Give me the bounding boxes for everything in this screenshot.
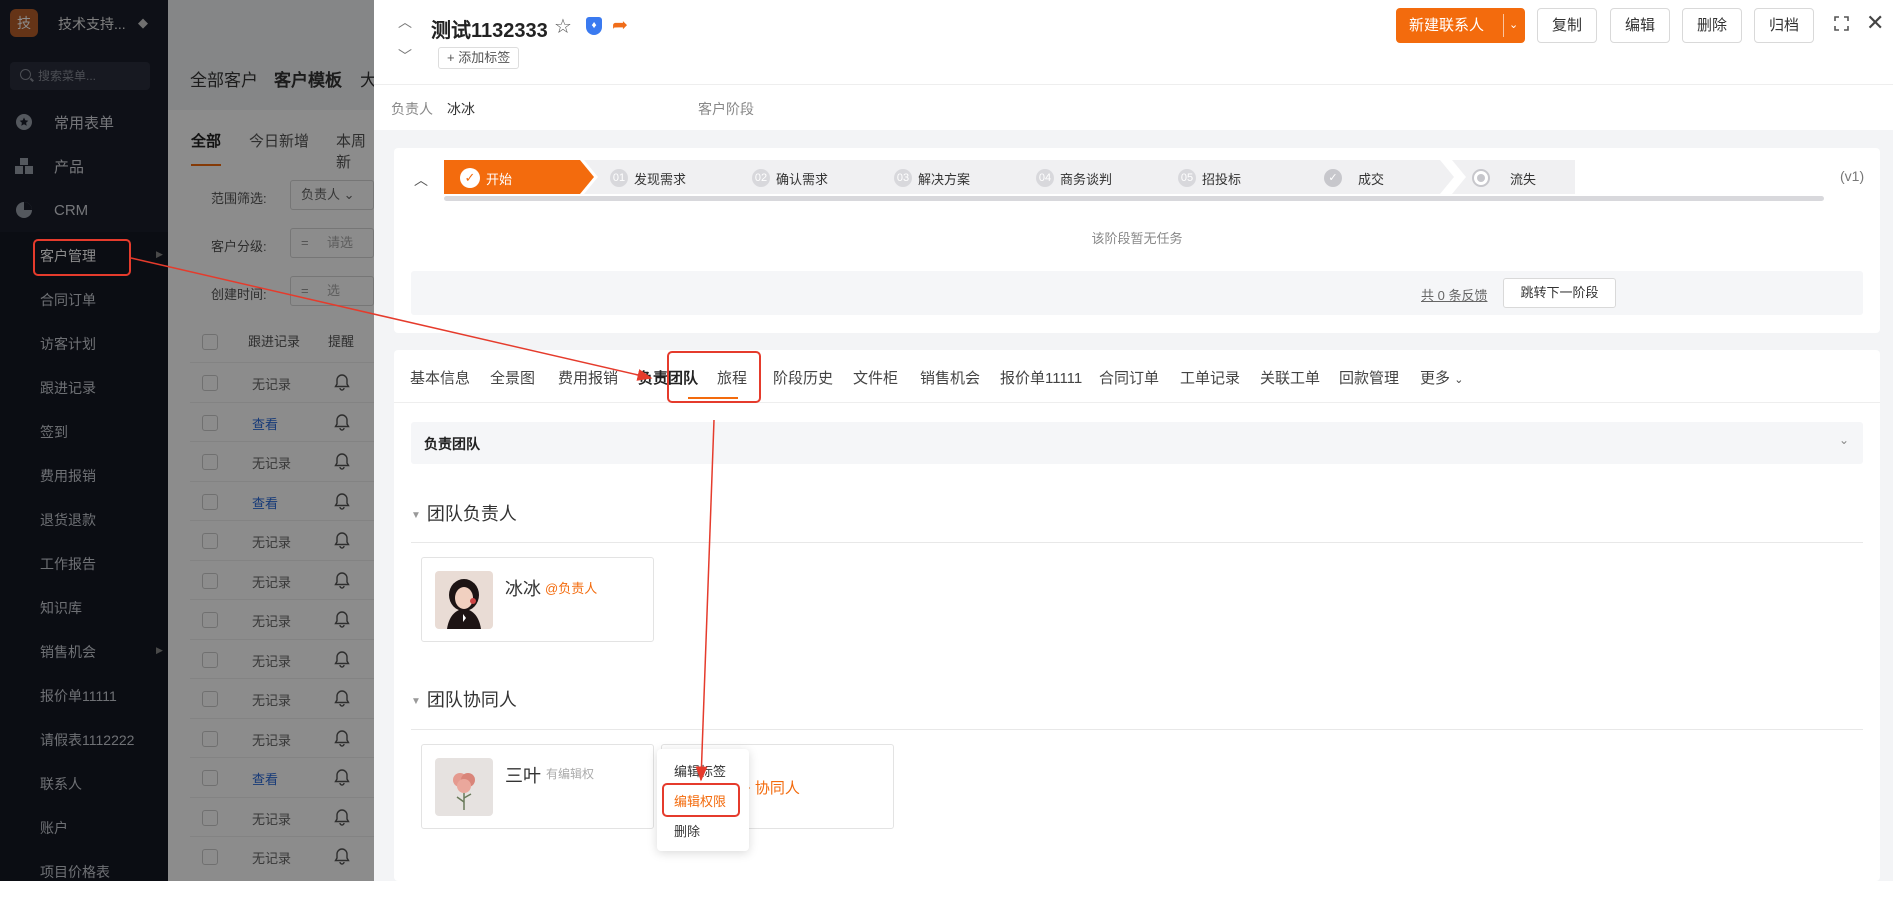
- chevron-up-icon[interactable]: ︿: [414, 170, 428, 190]
- detail-tab[interactable]: 基本信息: [410, 367, 470, 388]
- detail-tab[interactable]: 全景图: [490, 367, 535, 388]
- annotation-highlight: [33, 239, 131, 276]
- stage-label: 成交: [1358, 172, 1385, 187]
- collaborator-permission: 有编辑权: [546, 767, 595, 781]
- archive-button[interactable]: 归档: [1754, 8, 1814, 43]
- detail-tab[interactable]: 销售机会: [920, 367, 980, 388]
- detail-tab[interactable]: 费用报销: [558, 367, 618, 388]
- delete-button[interactable]: 删除: [1682, 8, 1742, 43]
- detail-tab[interactable]: 合同订单: [1099, 367, 1159, 388]
- stage-step[interactable]: 03 解决方案: [868, 160, 1028, 194]
- avatar: [435, 571, 493, 629]
- close-icon[interactable]: ✕: [1866, 10, 1884, 36]
- chevron-down-icon: ⌄: [1454, 374, 1464, 386]
- meta-bar: 负责人 冰冰 客户阶段: [374, 84, 1893, 130]
- group-collab-title[interactable]: ▼ 团队协同人: [411, 686, 517, 712]
- stage-pipeline: ✓ 开始 01 发现需求 02 确认需求 03 解决方案 04 商务谈判 05 招投标 ✓ 成交 流失: [444, 160, 1824, 194]
- leader-name: 冰冰: [505, 579, 541, 599]
- stage-label: 客户阶段: [698, 101, 754, 117]
- step-number: 05: [1178, 169, 1196, 187]
- tab-divider: [394, 402, 1880, 403]
- copy-button[interactable]: 复制: [1537, 8, 1597, 43]
- detail-tab[interactable]: 关联工单: [1260, 367, 1320, 388]
- feedback-link[interactable]: 共 0 条反馈: [1421, 285, 1487, 304]
- leader-card[interactable]: 冰冰 @负责人: [421, 557, 654, 642]
- detail-tab[interactable]: 报价单11111: [1000, 367, 1082, 388]
- owner-label: 负责人: [391, 101, 433, 117]
- collaborator-card[interactable]: 三叶 有编辑权: [421, 744, 654, 829]
- stage-label: 商务谈判: [1060, 172, 1113, 187]
- edit-button[interactable]: 编辑: [1610, 8, 1670, 43]
- stage-step[interactable]: 01 发现需求: [584, 160, 744, 194]
- stage-step[interactable]: 流失: [1452, 160, 1575, 194]
- detail-tab[interactable]: 文件柜: [853, 367, 898, 388]
- detail-tabs-card: 基本信息 全景图 费用报销 负责团队 旅程 阶段历史 文件柜 销售机会 报价单11111 合同订单…: [394, 350, 1880, 881]
- stage-label: 开始: [486, 172, 513, 187]
- stage-label: 解决方案: [918, 172, 971, 187]
- owner-value[interactable]: 冰冰: [447, 99, 475, 119]
- panel-header: ︿ ﹀ 测试1132333 ☆ ♦ ➦ + 添加标签 新建联系人 ⌄ 复制 编辑 …: [374, 0, 1893, 84]
- stage-label: 流失: [1510, 172, 1537, 187]
- share-icon[interactable]: ➦: [612, 14, 628, 37]
- caret-down-icon: ▼: [411, 509, 421, 521]
- menu-edit-tag[interactable]: 编辑标签: [674, 761, 726, 780]
- section-header[interactable]: 负责团队 ⌄: [411, 422, 1863, 464]
- feedback-bar: 共 0 条反馈 跳转下一阶段: [411, 271, 1863, 315]
- menu-delete[interactable]: 删除: [674, 821, 700, 840]
- section-title: 负责团队: [424, 436, 480, 452]
- stage-step[interactable]: 05 招投标: [1152, 160, 1312, 194]
- step-number: 01: [610, 169, 628, 187]
- chevron-down-icon[interactable]: ⌄: [1509, 8, 1518, 43]
- next-record-icon[interactable]: ﹀: [398, 46, 412, 66]
- stage-label: 招投标: [1202, 172, 1242, 187]
- prev-record-icon[interactable]: ︿: [398, 12, 412, 32]
- step-number: 03: [894, 169, 912, 187]
- detail-tab[interactable]: 更多 ⌄: [1420, 367, 1463, 388]
- divider: [411, 729, 1863, 730]
- shield-icon: ♦: [586, 17, 602, 35]
- add-tag-button[interactable]: + 添加标签: [438, 47, 520, 69]
- version-label: (v1): [1840, 168, 1865, 184]
- detail-tab[interactable]: 回款管理: [1339, 367, 1399, 388]
- stage-label: 确认需求: [776, 172, 829, 187]
- stage-step[interactable]: 04 商务谈判: [1010, 160, 1170, 194]
- chevron-down-icon[interactable]: ⌄: [1839, 433, 1849, 447]
- check-icon: ✓: [460, 168, 480, 188]
- fullscreen-icon[interactable]: [1834, 16, 1849, 31]
- detail-tab[interactable]: 工单记录: [1180, 367, 1240, 388]
- stage-label: 发现需求: [634, 172, 687, 187]
- step-number: 02: [752, 169, 770, 187]
- customer-detail-panel: ︿ ﹀ 测试1132333 ☆ ♦ ➦ + 添加标签 新建联系人 ⌄ 复制 编辑 …: [374, 0, 1893, 881]
- annotation-highlight: [662, 783, 740, 817]
- stage-card: ︿ ✓ 开始 01 发现需求 02 确认需求 03 解决方案 04 商务谈判 05 招投标 ✓ 成交 流失 …: [394, 148, 1880, 333]
- check-circle-icon: ✓: [1324, 169, 1342, 187]
- record-title: 测试1132333: [431, 20, 548, 42]
- modal-overlay[interactable]: [0, 0, 374, 881]
- radio-icon: [1472, 169, 1490, 187]
- new-contact-button[interactable]: 新建联系人 ⌄: [1396, 8, 1525, 43]
- detail-tab[interactable]: 阶段历史: [773, 367, 833, 388]
- divider: [411, 542, 1863, 543]
- next-stage-button[interactable]: 跳转下一阶段: [1503, 278, 1616, 308]
- avatar: [435, 758, 493, 816]
- caret-down-icon: ▼: [411, 695, 421, 707]
- star-icon[interactable]: ☆: [554, 14, 572, 39]
- group-leader-title[interactable]: ▼ 团队负责人: [411, 500, 517, 526]
- step-number: 04: [1036, 169, 1054, 187]
- stage-step[interactable]: 02 确认需求: [726, 160, 886, 194]
- collaborator-name: 三叶: [505, 766, 541, 786]
- stage-step[interactable]: ✓ 成交: [1294, 160, 1454, 194]
- annotation-highlight: [667, 351, 761, 403]
- stage-progress-bar: [444, 196, 1824, 201]
- no-task-text: 该阶段暂无任务: [1091, 231, 1183, 246]
- stage-step[interactable]: ✓ 开始: [444, 160, 594, 194]
- leader-role: @负责人: [545, 581, 598, 596]
